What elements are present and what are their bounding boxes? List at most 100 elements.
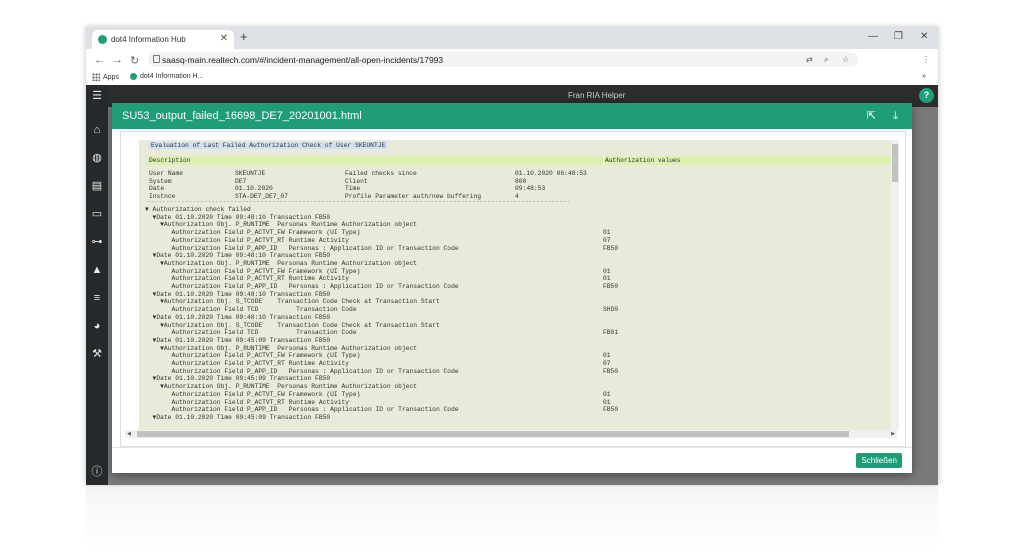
reload-icon[interactable]: ↻ xyxy=(130,54,139,67)
info-value: 09:48:53 xyxy=(515,185,546,193)
bookmark-hub-label: dot4 Information H... xyxy=(140,73,204,80)
description-header: Description xyxy=(149,157,191,164)
info-label: Client xyxy=(345,177,368,185)
hierarchy-icon[interactable]: ⊶ xyxy=(90,235,104,249)
download-icon[interactable]: ⤓ xyxy=(893,103,898,129)
graduation-icon[interactable]: ▲ xyxy=(90,263,104,277)
tab-bar: dot4 Information Hub ✕ + — ❐ ✕ xyxy=(86,27,938,49)
modal-body: Evaluation of Last Failed Authorization … xyxy=(120,131,906,447)
auth-value: FB50 xyxy=(603,406,619,414)
report-column-header: Description Authorization values xyxy=(147,156,891,165)
vertical-scrollbar[interactable] xyxy=(891,140,899,430)
column-divider xyxy=(603,156,604,165)
sidebar: ☰ ⌂ ◍ ▤ ▭ ⊶ ▲ ≡ ◕ ⚒ ⓘ xyxy=(86,85,108,485)
auth-value: FB50 xyxy=(603,244,619,252)
lock-icon xyxy=(153,55,160,63)
bookmark-hub[interactable]: dot4 Information H... xyxy=(130,73,203,80)
restore-icon[interactable]: ❐ xyxy=(894,31,903,42)
info-value: 01.10.2020 06:48:53 xyxy=(515,170,587,177)
apps-icon xyxy=(92,73,100,81)
tree-line: Authorization Field P_ACTVT_RT Runtime A… xyxy=(145,275,350,283)
auth-value: FB01 xyxy=(603,329,619,337)
horizontal-scrollbar[interactable]: ◀ ▶ xyxy=(125,430,897,438)
wrench-icon[interactable]: ⚒ xyxy=(90,347,104,361)
auth-value: 01 xyxy=(603,229,611,237)
tree-line: Authorization Field TCD Transaction Code xyxy=(145,306,357,314)
report-viewer[interactable]: Evaluation of Last Failed Authorization … xyxy=(139,140,895,430)
tree-line: Authorization Field TCD Transaction Code xyxy=(145,329,357,337)
open-external-icon[interactable]: ⇱ xyxy=(867,103,876,129)
server-icon[interactable]: ▭ xyxy=(90,207,104,221)
tree-line: ▼Authorization Obj. P_RUNTIME Personas R… xyxy=(145,259,418,267)
tree-line: Authorization Field P_ACTVT_FW Framework… xyxy=(145,390,361,398)
tree-line: ▼Authorization Obj. P_RUNTIME Personas R… xyxy=(145,221,418,229)
home-icon[interactable]: ⌂ xyxy=(90,123,104,137)
database-icon[interactable]: ≡ xyxy=(90,291,104,305)
search-hint: Fran RIA Helper xyxy=(568,91,626,100)
new-tab-icon[interactable]: + xyxy=(240,29,248,44)
zoom-icon[interactable]: ⌕ xyxy=(824,55,828,65)
close-button[interactable]: Schließen xyxy=(856,453,902,468)
minimize-icon[interactable]: — xyxy=(868,31,878,42)
hamburger-icon[interactable]: ☰ xyxy=(90,89,104,103)
help-icon[interactable]: ? xyxy=(919,88,934,103)
vertical-scroll-thumb[interactable] xyxy=(892,144,898,182)
tree-line: Authorization Field P_ACTVT_RT Runtime A… xyxy=(145,360,350,367)
tree-line: Authorization Field P_ACTVT_FW Framework… xyxy=(145,229,361,237)
star-icon[interactable]: ☆ xyxy=(842,55,849,64)
back-icon[interactable]: ← xyxy=(94,54,105,66)
tree-line: ▼Date 01.10.2020 Time 09:45:09 Transacti… xyxy=(145,413,331,421)
close-window-icon[interactable]: ✕ xyxy=(920,31,928,42)
info-label: User Name xyxy=(149,170,184,177)
tree-line: ▼Date 01.10.2020 Time 09:45:09 Transacti… xyxy=(145,336,331,344)
url-text: saasq-main.realtech.com/#/incident-manag… xyxy=(162,54,444,65)
translate-icon[interactable]: ⇄ xyxy=(806,55,813,64)
tab-title: dot4 Information Hub xyxy=(111,35,186,44)
tree-line: Authorization Field P_APP_ID Personas : … xyxy=(145,406,459,414)
info-label: Time xyxy=(345,185,361,193)
tree-line: ▼Authorization Obj. S_TCODE Transaction … xyxy=(145,321,440,329)
address-bar-row: ← → ↻ saasq-main.realtech.com/#/incident… xyxy=(86,49,938,71)
info-value: DE7 xyxy=(235,177,247,185)
forward-icon[interactable]: → xyxy=(112,54,123,66)
tree-line: Authorization Field P_ACTVT_FW Framework… xyxy=(145,352,361,360)
tree-line: ▼Date 01.10.2020 Time 09:48:10 Transacti… xyxy=(145,252,331,260)
globe-icon[interactable]: ◍ xyxy=(90,151,104,165)
info-label: Failed checks since xyxy=(345,170,417,177)
info-value: SKEUNTJE xyxy=(235,170,266,177)
auth-values-header: Authorization values xyxy=(605,157,681,164)
menu-icon[interactable]: ⋮ xyxy=(922,55,930,64)
scroll-right-icon[interactable]: ▶ xyxy=(891,431,895,437)
bookmark-apps[interactable]: Apps xyxy=(92,73,119,81)
tree-line: Authorization Field P_ACTVT_RT Runtime A… xyxy=(145,398,350,406)
auth-value: 07 xyxy=(603,236,611,244)
reflection xyxy=(86,488,938,548)
auth-value: SHD0 xyxy=(603,306,619,314)
bookmark-apps-label: Apps xyxy=(103,73,119,81)
bookmarks-bar: Apps dot4 Information H... » xyxy=(86,71,938,86)
report-heading: Evaluation of Last Failed Authorization … xyxy=(149,142,388,149)
url-input[interactable]: saasq-main.realtech.com/#/incident-manag… xyxy=(148,52,858,67)
more-bookmarks-icon[interactable]: » xyxy=(922,73,926,80)
info-value: 01.10.2020 xyxy=(235,185,273,193)
modal-title: SU53_output_failed_16698_DE7_20201001.ht… xyxy=(122,110,362,122)
tree-line: ▼Authorization Obj. P_RUNTIME Personas R… xyxy=(145,344,418,352)
favicon-icon xyxy=(98,35,107,44)
document-icon[interactable]: ▤ xyxy=(90,179,104,193)
auth-value: FB50 xyxy=(603,283,619,290)
auth-value: FB50 xyxy=(603,367,619,375)
tree-line: ▼Date 01.10.2020 Time 09:45:09 Transacti… xyxy=(145,375,331,383)
info-icon[interactable]: ⓘ xyxy=(90,465,104,479)
pie-chart-icon[interactable]: ◕ xyxy=(90,319,104,333)
info-value: 800 xyxy=(515,177,527,185)
modal-header: SU53_output_failed_16698_DE7_20201001.ht… xyxy=(112,103,912,129)
tree-line: ▼Date 01.10.2020 Time 09:48:10 Transacti… xyxy=(145,313,331,321)
browser-tab[interactable]: dot4 Information Hub ✕ xyxy=(92,30,234,49)
info-label: Date xyxy=(149,185,165,193)
tree-line: Authorization Field P_ACTVT_FW Framework… xyxy=(145,267,361,275)
horizontal-scroll-thumb[interactable] xyxy=(137,431,849,437)
tree-line: ▼Date 01.10.2020 Time 09:48:10 Transacti… xyxy=(145,213,331,221)
scroll-left-icon[interactable]: ◀ xyxy=(127,431,131,437)
auth-value: 01 xyxy=(603,352,611,360)
close-tab-icon[interactable]: ✕ xyxy=(220,33,228,44)
